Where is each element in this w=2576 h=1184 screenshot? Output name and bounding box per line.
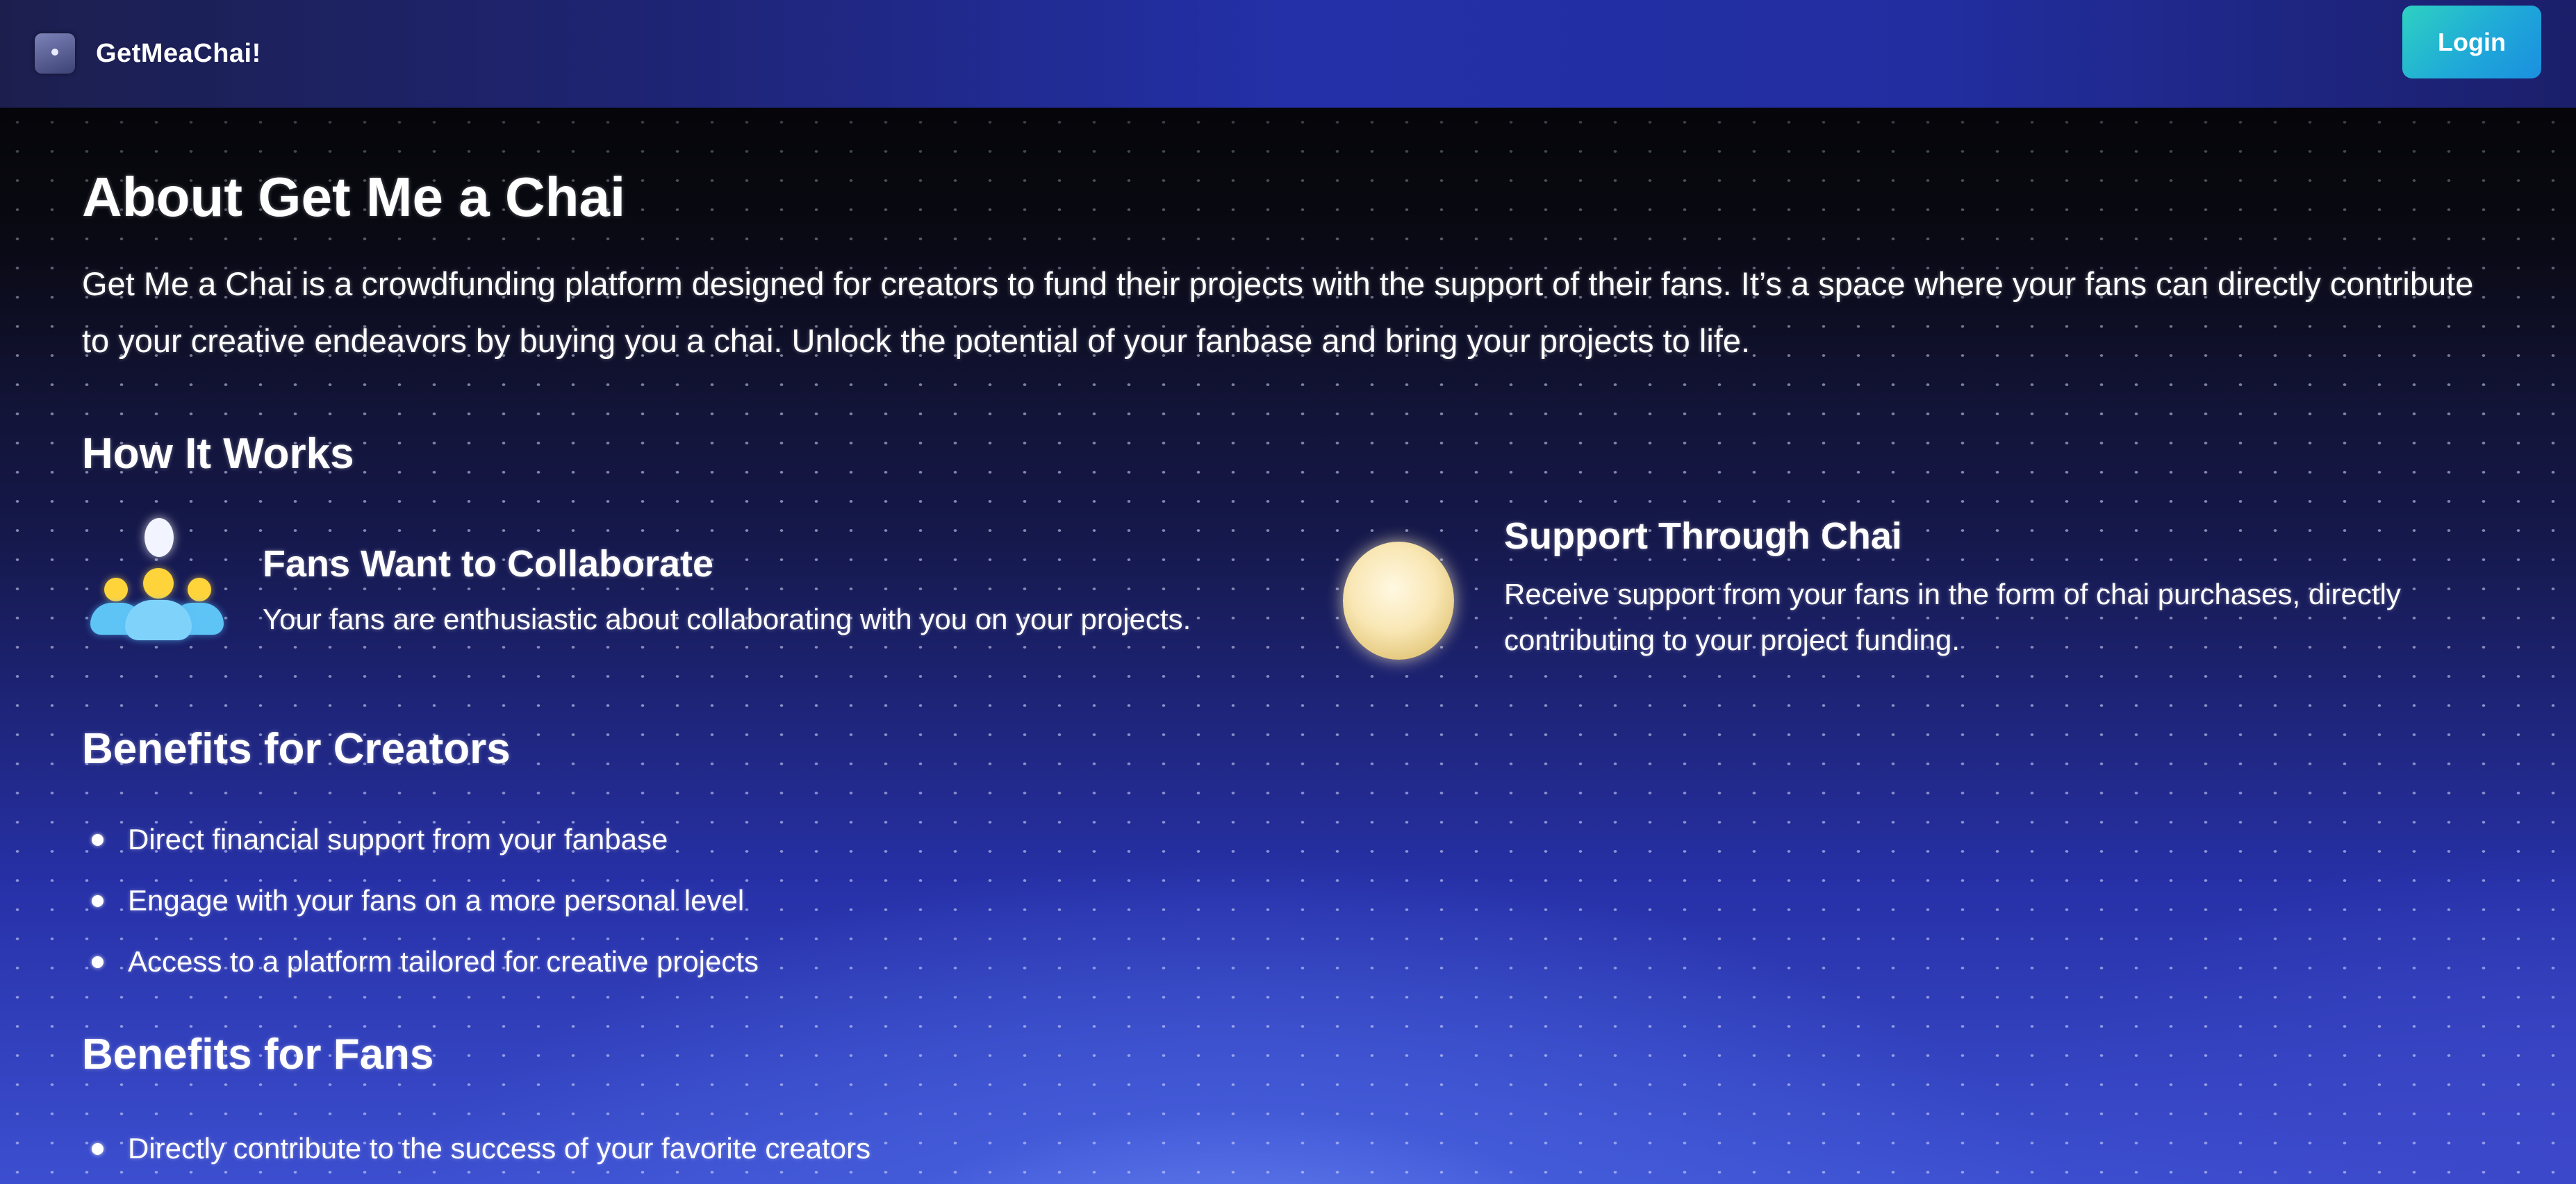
benefits-fans-list: Directly contribute to the success of yo… [82, 1118, 870, 1179]
list-item: Engage with your fans on a more personal… [82, 870, 759, 931]
group-people-icon [89, 514, 224, 653]
brand[interactable]: GetMeaChai! [35, 33, 261, 74]
work-title: Fans Want to Collaborate [263, 543, 714, 585]
about-section: About Get Me a Chai Get Me a Chai is a c… [82, 166, 2513, 1165]
work-item-collaborate: Fans Want to Collaborate Your fans are e… [89, 514, 1191, 653]
list-item: Directly contribute to the success of yo… [82, 1118, 870, 1179]
intro-paragraph: Get Me a Chai is a crowdfunding platform… [82, 265, 2474, 359]
list-item: Access to a platform tailored for creati… [82, 931, 759, 992]
benefits-creators-list: Direct financial support from your fanba… [82, 809, 759, 992]
how-it-works-heading: How It Works [82, 430, 354, 478]
chai-cup-icon [35, 33, 75, 74]
list-item: Direct financial support from your fanba… [82, 809, 759, 870]
coin-icon [1343, 542, 1454, 660]
work-description: Your fans are enthusiastic about collabo… [263, 602, 1191, 635]
how-it-works-list: Fans Want to Collaborate Your fans are e… [82, 514, 2493, 819]
work-description: Receive support from your fans in the fo… [1504, 577, 2401, 656]
login-button[interactable]: Login [2402, 6, 2541, 78]
work-title: Support Through Chai [1504, 515, 1902, 557]
navbar: GetMeaChai! Login [0, 0, 2576, 108]
benefits-fans-heading: Benefits for Fans [82, 1031, 434, 1078]
brand-name: GetMeaChai! [96, 38, 261, 68]
page-title: About Get Me a Chai [82, 166, 626, 228]
work-item-chai-support: Support Through Chai Receive support fro… [1343, 514, 2477, 663]
benefits-creators-heading: Benefits for Creators [82, 725, 511, 773]
